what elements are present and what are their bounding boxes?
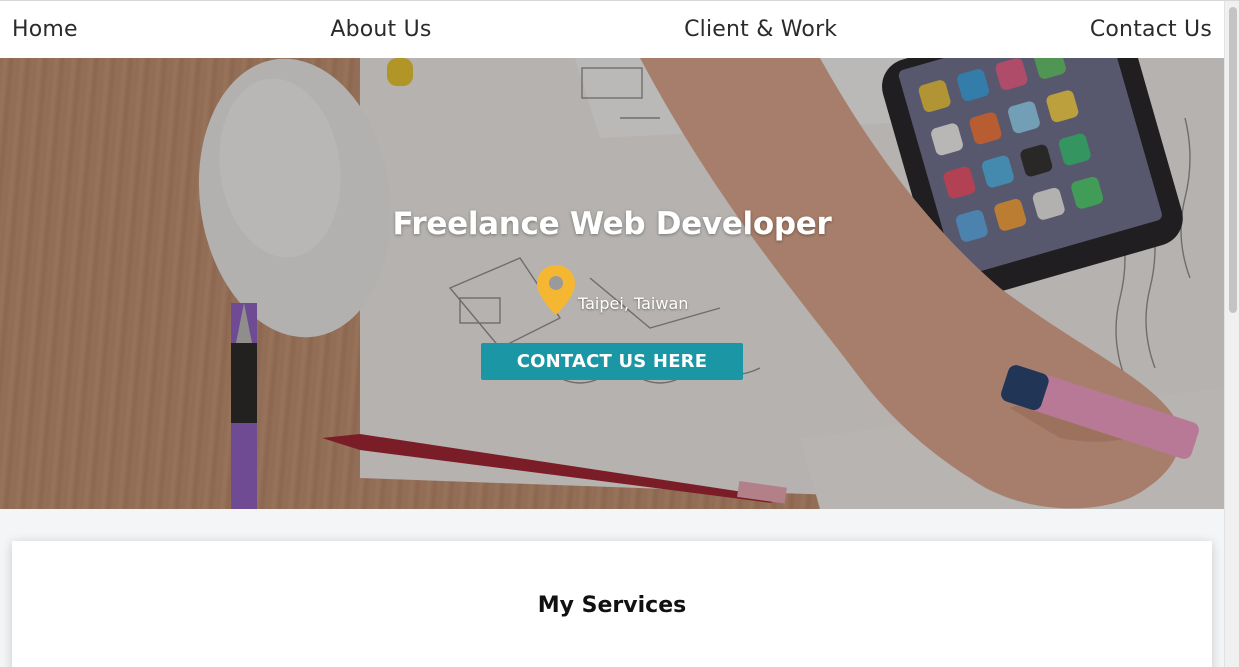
services-card: My Services xyxy=(12,541,1212,667)
nav-client-work-link[interactable]: Client & Work xyxy=(684,17,837,42)
nav-about-link[interactable]: About Us xyxy=(330,17,431,42)
location-text: Taipei, Taiwan xyxy=(578,294,689,313)
top-navigation: Home About Us Client & Work Contact Us xyxy=(0,1,1224,58)
hero-banner: Freelance Web Developer Taipei, Taiwan C… xyxy=(0,58,1224,509)
hero-title: Freelance Web Developer xyxy=(392,206,832,242)
nav-home-link[interactable]: Home xyxy=(12,17,78,42)
hero-content: Freelance Web Developer Taipei, Taiwan C… xyxy=(0,58,1224,509)
browser-viewport: Home About Us Client & Work Contact Us F… xyxy=(0,0,1239,667)
services-title: My Services xyxy=(537,593,687,618)
contact-us-here-button[interactable]: CONTACT US HERE xyxy=(481,343,743,380)
page-scrollbar[interactable] xyxy=(1224,1,1239,667)
hero-location: Taipei, Taiwan xyxy=(536,264,688,316)
map-pin-icon xyxy=(537,265,575,315)
nav-contact-link[interactable]: Contact Us xyxy=(1090,17,1212,42)
scrollbar-thumb[interactable] xyxy=(1229,7,1237,313)
